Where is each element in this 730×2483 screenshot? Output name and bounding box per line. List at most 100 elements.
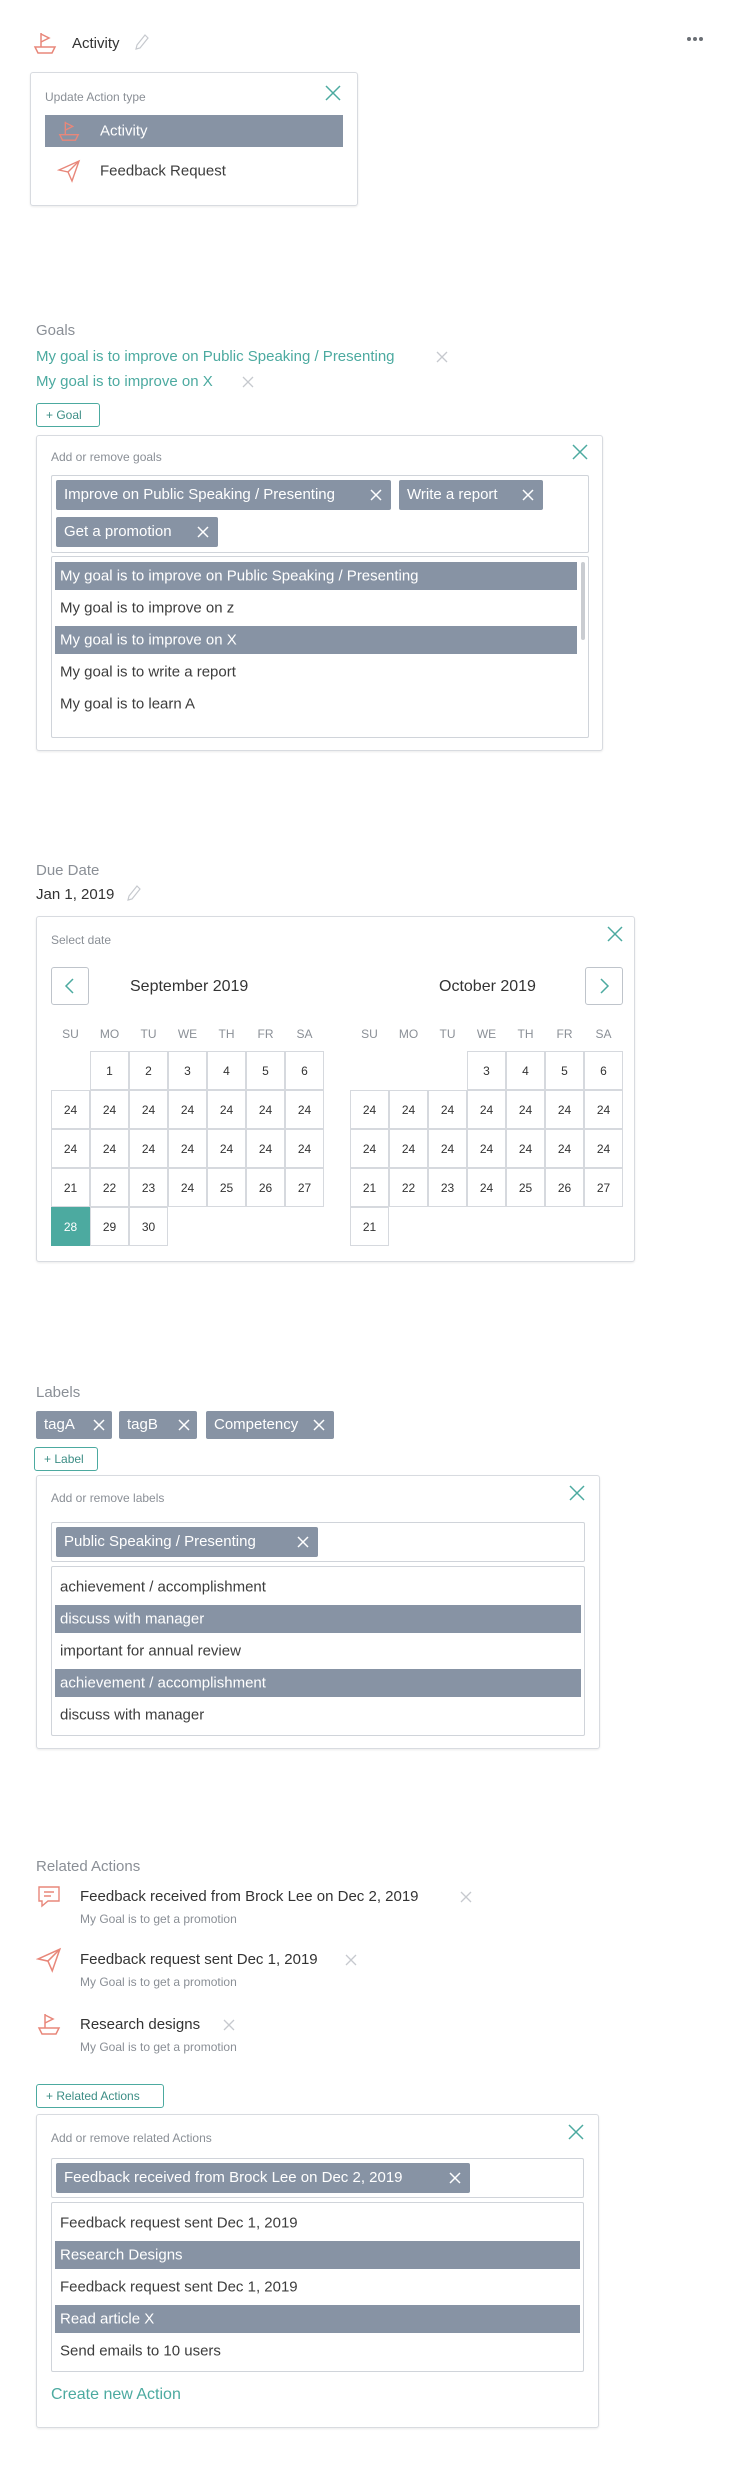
action-type-label[interactable]: Activity	[72, 35, 120, 52]
scrollbar[interactable]	[581, 562, 585, 640]
label-option[interactable]: discuss with manager	[55, 1605, 581, 1633]
calendar-day[interactable]: 21	[350, 1207, 389, 1246]
calendar-day[interactable]: 4	[506, 1051, 545, 1090]
calendar-day[interactable]: 24	[246, 1090, 285, 1129]
calendar-day[interactable]: 24	[350, 1090, 389, 1129]
calendar-day[interactable]: 4	[207, 1051, 246, 1090]
goal-option[interactable]: My goal is to improve on X	[55, 626, 577, 654]
calendar-day[interactable]: 24	[545, 1090, 584, 1129]
prev-month-button[interactable]	[51, 967, 89, 1005]
goal-option[interactable]: My goal is to improve on z	[55, 594, 577, 622]
goal-option[interactable]: My goal is to improve on Public Speaking…	[55, 562, 577, 590]
close-icon[interactable]	[605, 924, 625, 944]
calendar-day[interactable]: 24	[168, 1129, 207, 1168]
remove-goal-icon[interactable]	[436, 351, 448, 363]
calendar-day[interactable]: 2	[129, 1051, 168, 1090]
calendar-day[interactable]: 21	[350, 1168, 389, 1207]
calendar-day[interactable]: 24	[506, 1090, 545, 1129]
calendar-day[interactable]: 24	[90, 1129, 129, 1168]
remove-chip-icon[interactable]	[369, 488, 383, 502]
calendar-day[interactable]: 24	[467, 1168, 506, 1207]
related-action-option[interactable]: Feedback request sent Dec 1, 2019	[55, 2209, 580, 2237]
remove-tag-icon[interactable]	[92, 1418, 106, 1432]
calendar-day[interactable]: 24	[545, 1129, 584, 1168]
goal-item[interactable]: My goal is to improve on Public Speaking…	[36, 348, 395, 365]
edit-pencil-icon[interactable]	[135, 34, 149, 50]
calendar-day[interactable]: 24	[168, 1168, 207, 1207]
calendar-day[interactable]: 24	[584, 1129, 623, 1168]
goal-option[interactable]: My goal is to write a report	[55, 658, 577, 686]
calendar-day[interactable]: 24	[51, 1129, 90, 1168]
calendar-day[interactable]: 23	[129, 1168, 168, 1207]
related-action-title[interactable]: Feedback received from Brock Lee on Dec …	[80, 1888, 419, 1905]
calendar-day[interactable]: 3	[467, 1051, 506, 1090]
remove-chip-icon[interactable]	[196, 525, 210, 539]
calendar-day[interactable]: 25	[506, 1168, 545, 1207]
edit-pencil-icon[interactable]	[127, 885, 141, 901]
related-action-option[interactable]: Feedback request sent Dec 1, 2019	[55, 2273, 580, 2301]
related-action-title[interactable]: Research designs	[80, 2016, 200, 2033]
calendar-day[interactable]: 22	[90, 1168, 129, 1207]
action-type-option-activity[interactable]: Activity	[45, 115, 343, 147]
calendar-day[interactable]: 24	[350, 1129, 389, 1168]
goal-item[interactable]: My goal is to improve on X	[36, 373, 213, 390]
remove-related-icon[interactable]	[460, 1891, 472, 1903]
calendar-day[interactable]: 24	[90, 1090, 129, 1129]
calendar-day[interactable]: 24	[467, 1090, 506, 1129]
calendar-day[interactable]: 6	[285, 1051, 324, 1090]
remove-related-icon[interactable]	[345, 1954, 357, 1966]
close-icon[interactable]	[566, 2122, 586, 2142]
calendar-day[interactable]: 3	[168, 1051, 207, 1090]
close-icon[interactable]	[567, 1483, 587, 1503]
calendar-day[interactable]: 28	[51, 1207, 90, 1246]
action-type-option-feedback-request[interactable]: Feedback Request	[45, 155, 343, 187]
calendar-day[interactable]: 24	[506, 1129, 545, 1168]
calendar-day[interactable]: 24	[168, 1090, 207, 1129]
label-option[interactable]: achievement / accomplishment	[55, 1573, 581, 1601]
calendar-day[interactable]: 5	[545, 1051, 584, 1090]
calendar-day[interactable]: 6	[584, 1051, 623, 1090]
calendar-day[interactable]: 24	[207, 1129, 246, 1168]
calendar-day[interactable]: 25	[207, 1168, 246, 1207]
calendar-day[interactable]: 26	[246, 1168, 285, 1207]
remove-related-icon[interactable]	[223, 2019, 235, 2031]
next-month-button[interactable]	[585, 967, 623, 1005]
calendar-day[interactable]: 24	[389, 1129, 428, 1168]
calendar-day[interactable]: 1	[90, 1051, 129, 1090]
related-action-option[interactable]: Send emails to 10 users	[55, 2337, 580, 2365]
labels-chip-input[interactable]: Public Speaking / Presenting	[51, 1522, 585, 1562]
goal-option[interactable]: My goal is to learn A	[55, 690, 577, 718]
calendar-day[interactable]: 24	[467, 1129, 506, 1168]
calendar-day[interactable]: 22	[389, 1168, 428, 1207]
create-new-action-link[interactable]: Create new Action	[51, 2386, 181, 2404]
remove-tag-icon[interactable]	[312, 1418, 326, 1432]
related-action-option[interactable]: Research Designs	[55, 2241, 580, 2269]
goals-chip-input[interactable]: Improve on Public Speaking / Presenting …	[51, 475, 589, 553]
add-label-button[interactable]: + Label	[34, 1447, 98, 1471]
remove-chip-icon[interactable]	[521, 488, 535, 502]
calendar-day[interactable]: 24	[51, 1090, 90, 1129]
related-action-option[interactable]: Read article X	[55, 2305, 580, 2333]
due-date-value[interactable]: Jan 1, 2019	[36, 886, 114, 903]
calendar-day[interactable]: 24	[428, 1090, 467, 1129]
calendar-day[interactable]: 24	[389, 1090, 428, 1129]
calendar-day[interactable]: 24	[129, 1090, 168, 1129]
calendar-day[interactable]: 30	[129, 1207, 168, 1246]
label-option[interactable]: discuss with manager	[55, 1701, 581, 1729]
related-action-title[interactable]: Feedback request sent Dec 1, 2019	[80, 1951, 318, 1968]
calendar-day[interactable]: 24	[129, 1129, 168, 1168]
close-icon[interactable]	[323, 83, 343, 103]
calendar-day[interactable]: 24	[285, 1090, 324, 1129]
calendar-day[interactable]: 27	[285, 1168, 324, 1207]
calendar-day[interactable]: 24	[285, 1129, 324, 1168]
calendar-day[interactable]: 29	[90, 1207, 129, 1246]
remove-chip-icon[interactable]	[296, 1535, 310, 1549]
related-actions-chip-input[interactable]: Feedback received from Brock Lee on Dec …	[51, 2158, 584, 2198]
calendar-day[interactable]: 24	[207, 1090, 246, 1129]
calendar-day[interactable]: 5	[246, 1051, 285, 1090]
add-related-actions-button[interactable]: + Related Actions	[36, 2084, 164, 2108]
calendar-day[interactable]: 26	[545, 1168, 584, 1207]
calendar-day[interactable]: 24	[428, 1129, 467, 1168]
add-goal-button[interactable]: + Goal	[36, 403, 100, 427]
remove-tag-icon[interactable]	[177, 1418, 191, 1432]
